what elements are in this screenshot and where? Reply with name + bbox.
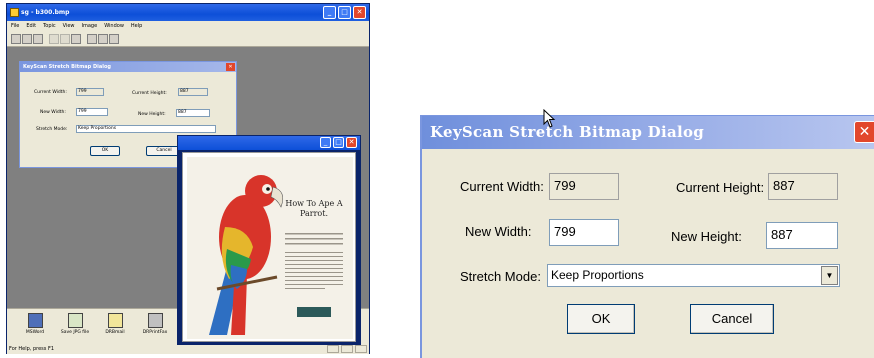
dialog-close-button[interactable]: ✕: [854, 121, 874, 143]
cut-icon[interactable]: [49, 34, 59, 44]
save-jpg-shortcut[interactable]: Save JPG file: [55, 313, 95, 335]
parrot-poster-image: How To Ape A Parrot.: [187, 157, 353, 339]
stretch-mode-label: Stretch Mode:: [460, 269, 541, 284]
small-dialog-close-button[interactable]: ✕: [226, 63, 235, 71]
maximize-button[interactable]: □: [338, 6, 351, 19]
menu-view[interactable]: View: [63, 21, 75, 31]
toolbar: [7, 31, 369, 47]
mouse-cursor-icon: [543, 109, 556, 128]
print-icon[interactable]: [87, 34, 97, 44]
app-title: sg - b300.bmp: [21, 9, 70, 16]
image-minimize-button[interactable]: _: [320, 137, 331, 148]
small-dialog-title-bar[interactable]: KeyScan Stretch Bitmap Dialog ✕: [20, 62, 236, 72]
save-jpg-icon: [67, 313, 83, 328]
status-text: For Help, press F1: [9, 346, 55, 352]
paste-icon[interactable]: [71, 34, 81, 44]
msword-icon: [27, 313, 43, 328]
status-bar: For Help, press F1: [7, 344, 369, 354]
small-ok-button[interactable]: OK: [90, 146, 120, 156]
image-canvas: How To Ape A Parrot.: [182, 152, 356, 342]
dialog-title: KeyScan Stretch Bitmap Dialog: [430, 123, 705, 141]
image-window: _ □ ✕ How To Ape A Parrot.: [177, 135, 361, 345]
cancel-button[interactable]: Cancel: [690, 304, 774, 334]
small-stretch-mode-label: Stretch Mode:: [36, 127, 68, 132]
new-height-input[interactable]: 887: [766, 222, 838, 249]
image-close-button[interactable]: ✕: [346, 137, 357, 148]
small-new-width-label: New Width:: [40, 110, 66, 115]
image-maximize-button[interactable]: □: [333, 137, 344, 148]
new-height-label: New Height:: [671, 229, 742, 244]
menu-window[interactable]: Window: [104, 21, 124, 31]
drprintfax-shortcut[interactable]: DRPrintFax: [135, 313, 175, 335]
msword-shortcut[interactable]: MSWord: [15, 313, 55, 335]
menu-edit[interactable]: Edit: [26, 21, 36, 31]
current-height-label: Current Height:: [676, 180, 765, 195]
stretch-bitmap-dialog: KeyScan Stretch Bitmap Dialog ✕ Current …: [420, 115, 874, 358]
context-help-icon[interactable]: [109, 34, 119, 44]
small-stretch-mode-select[interactable]: Keep Proportions: [76, 125, 216, 133]
chevron-down-icon[interactable]: ▼: [821, 266, 838, 285]
app-window: sg - b300.bmp _ □ ✕ File Edit Topic View…: [6, 3, 370, 354]
new-width-label: New Width:: [465, 224, 532, 239]
menu-image[interactable]: Image: [82, 21, 98, 31]
new-width-input[interactable]: 799: [549, 219, 619, 246]
small-new-height-input[interactable]: 887: [176, 109, 210, 117]
current-width-value: 799: [549, 173, 619, 200]
minimize-button[interactable]: _: [323, 6, 336, 19]
small-new-width-input[interactable]: 799: [76, 108, 108, 116]
current-width-label: Current Width:: [460, 179, 544, 194]
close-button[interactable]: ✕: [353, 6, 366, 19]
small-current-width-label: Current Width:: [34, 90, 67, 95]
small-new-height-label: New Height:: [138, 112, 166, 117]
menu-help[interactable]: Help: [131, 21, 142, 31]
help-icon[interactable]: [98, 34, 108, 44]
small-current-height-label: Current Height:: [132, 91, 167, 96]
current-height-value: 887: [768, 173, 838, 200]
drbmail-shortcut[interactable]: DRBmail: [95, 313, 135, 335]
open-file-icon[interactable]: [22, 34, 32, 44]
mail-icon: [107, 313, 123, 328]
app-icon: [10, 8, 19, 17]
menu-bar: File Edit Topic View Image Window Help: [7, 21, 369, 31]
parrot-illustration: [209, 175, 343, 335]
menu-topic[interactable]: Topic: [43, 21, 56, 31]
copy-icon[interactable]: [60, 34, 70, 44]
small-current-height-value: 887: [178, 88, 208, 96]
stretch-mode-value: Keep Proportions: [551, 268, 644, 282]
small-current-width-value: 799: [76, 88, 104, 96]
ok-button[interactable]: OK: [567, 304, 635, 334]
save-icon[interactable]: [33, 34, 43, 44]
stretch-mode-select[interactable]: Keep Proportions ▼: [547, 264, 840, 287]
menu-file[interactable]: File: [11, 21, 19, 31]
printer-icon: [147, 313, 163, 328]
image-window-title-bar[interactable]: _ □ ✕: [178, 136, 360, 150]
new-file-icon[interactable]: [11, 34, 21, 44]
poster-headline: How To Ape A Parrot.: [285, 199, 343, 218]
app-title-bar[interactable]: sg - b300.bmp _ □ ✕: [7, 4, 369, 21]
dialog-title-bar[interactable]: KeyScan Stretch Bitmap Dialog ✕: [422, 116, 874, 149]
